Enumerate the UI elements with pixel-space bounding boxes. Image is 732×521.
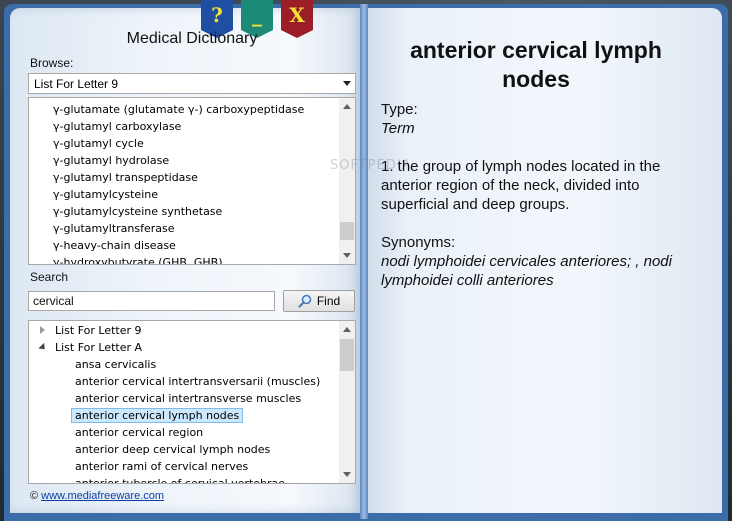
tree-item-label: anterior cervical intertransverse muscle… <box>75 392 302 405</box>
entry-synonyms: Synonyms: nodi lymphoidei cervicales ant… <box>381 233 701 290</box>
browse-list[interactable]: γ-glutamate (glutamate γ-) carboxypeptid… <box>28 97 356 265</box>
scroll-up-icon[interactable] <box>343 327 351 332</box>
tree-item-label: anterior deep cervical lymph nodes <box>75 443 271 456</box>
chevron-down-icon <box>343 81 351 86</box>
entry-title: anterior cervical lymph nodes <box>410 37 662 92</box>
tree-item-label: anterior cervical region <box>75 426 204 439</box>
list-item[interactable]: γ-glutamyltransferase <box>29 220 339 237</box>
tree-item[interactable]: anterior cervical intertransversarii (mu… <box>29 373 341 390</box>
close-icon: X <box>289 3 305 27</box>
search-input[interactable]: cervical <box>28 291 275 311</box>
entry-type-value: Term <box>381 120 415 137</box>
scroll-thumb[interactable] <box>340 339 354 371</box>
entry-definition: 1. the group of lymph nodes located in t… <box>381 158 661 213</box>
tree-item[interactable]: anterior cervical region <box>29 424 341 441</box>
tree-group-label: List For Letter A <box>55 341 143 354</box>
footer: © www.mediafreeware.com <box>30 490 164 502</box>
tree-item[interactable]: anterior cervical intertransverse muscle… <box>29 390 341 407</box>
scroll-down-icon[interactable] <box>343 253 351 258</box>
tree-item-label: anterior cervical lymph nodes <box>71 408 244 423</box>
minimize-button[interactable]: _ <box>241 0 273 38</box>
tree-item[interactable]: ansa cervicalis <box>29 356 341 373</box>
results-tree-scrollbar[interactable] <box>339 321 355 483</box>
help-button[interactable]: ? <box>201 0 233 38</box>
entry-synonyms-label: Synonyms: <box>381 234 456 251</box>
entry-type: Type: Term <box>381 100 701 138</box>
tree-item-label: anterior cervical intertransversarii (mu… <box>75 375 321 388</box>
find-button[interactable]: Find <box>283 290 355 312</box>
entry-type-label: Type: <box>381 101 418 118</box>
search-label: Search <box>30 270 69 284</box>
book-spine <box>360 4 368 519</box>
scroll-thumb[interactable] <box>340 222 354 240</box>
browse-list-scrollbar[interactable] <box>339 98 355 264</box>
entry-synonyms-value: nodi lymphoidei cervicales anteriores; ,… <box>381 253 672 289</box>
tree-item-label: anterior rami of cervical nerves <box>75 460 249 473</box>
list-item[interactable]: γ-glutamyl carboxylase <box>29 118 339 135</box>
list-item[interactable]: γ-glutamyl hydrolase <box>29 152 339 169</box>
tree-group-letter-9[interactable]: List For Letter 9 <box>29 322 341 339</box>
find-button-label: Find <box>316 294 341 308</box>
tree-item[interactable]: anterior rami of cervical nerves <box>29 458 341 475</box>
chevron-expanded-icon[interactable] <box>38 342 48 353</box>
list-item[interactable]: γ-glutamylcysteine <box>29 186 339 203</box>
minimize-icon: _ <box>252 3 262 27</box>
list-item[interactable]: γ-heavy-chain disease <box>29 237 339 254</box>
tree-item[interactable]: anterior deep cervical lymph nodes <box>29 441 341 458</box>
tree-group-label: List For Letter 9 <box>55 324 142 337</box>
list-item[interactable]: γ-glutamylcysteine synthetase <box>29 203 339 220</box>
app-title: Medical Dictionary <box>126 30 258 47</box>
close-button[interactable]: X <box>281 0 313 38</box>
list-item[interactable]: γ-glutamate (glutamate γ-) carboxypeptid… <box>29 101 339 118</box>
browse-select-value: List For Letter 9 <box>34 77 119 91</box>
browse-select[interactable]: List For Letter 9 <box>28 73 356 94</box>
results-tree-rows: List For Letter 9 List For Letter A ansa… <box>29 322 341 484</box>
list-item[interactable]: γ-hydroxybutyrate (GHB, GHB) <box>29 254 339 264</box>
results-tree[interactable]: List For Letter 9 List For Letter A ansa… <box>28 320 356 484</box>
tree-children: ansa cervicalis anterior cervical intertr… <box>29 356 341 484</box>
website-link[interactable]: www.mediafreeware.com <box>41 490 164 502</box>
tree-item-label: anterior tubercle of cervical vertebrae <box>75 477 286 484</box>
browse-label: Browse: <box>30 56 74 70</box>
tree-item-label: ansa cervicalis <box>75 358 157 371</box>
copyright-symbol: © <box>30 490 39 502</box>
magnifier-icon <box>298 294 312 308</box>
chevron-right-icon[interactable] <box>40 326 45 334</box>
list-item[interactable]: γ-glutamyl cycle <box>29 135 339 152</box>
tree-item-selected[interactable]: anterior cervical lymph nodes <box>29 407 341 424</box>
scroll-up-icon[interactable] <box>343 104 351 109</box>
tree-item[interactable]: anterior tubercle of cervical vertebrae <box>29 475 341 484</box>
question-mark-icon: ? <box>211 3 223 27</box>
tree-group-letter-a[interactable]: List For Letter A <box>29 339 341 356</box>
list-item[interactable]: γ-glutamyl transpeptidase <box>29 169 339 186</box>
scroll-down-icon[interactable] <box>343 472 351 477</box>
browse-list-rows: γ-glutamate (glutamate γ-) carboxypeptid… <box>29 101 339 264</box>
